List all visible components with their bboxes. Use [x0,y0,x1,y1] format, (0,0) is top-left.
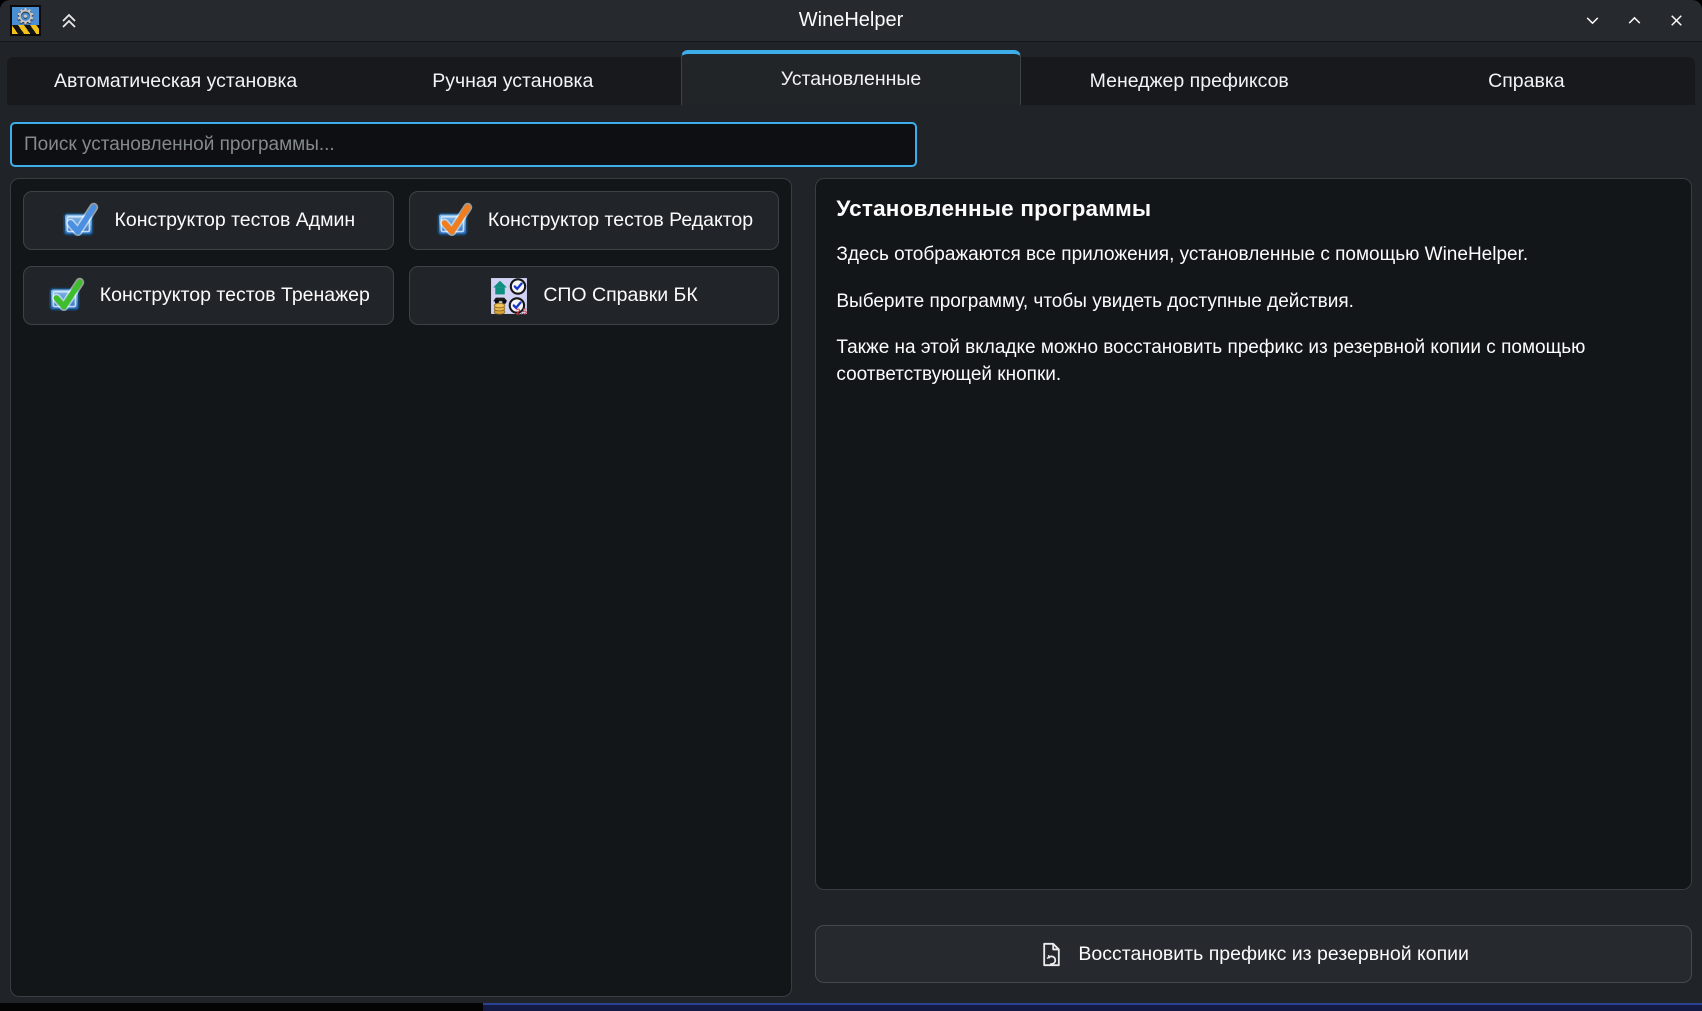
program-label: СПО Справки БК [543,284,697,307]
installed-programs-panel: Конструктор тестов Админ Конструктор тес… [10,178,792,997]
program-button-konstruktor-trenazher[interactable]: Конструктор тестов Тренажер [23,266,394,325]
program-label: Конструктор тестов Админ [114,209,355,232]
program-button-spo-spravki-bk[interactable]: 2.5 СПО Справки БК [409,266,780,325]
search-input[interactable] [10,122,917,167]
app-gear-hazard-icon: ⚙ [10,5,41,36]
taskbar-navy-segment [483,1003,1702,1011]
close-icon[interactable] [1660,6,1692,36]
info-paragraph: Здесь отображаются все приложения, устан… [836,242,1671,269]
restore-button-label: Восстановить префикс из резервной копии [1078,943,1469,966]
info-paragraph: Также на этой вкладке можно восстановить… [836,335,1671,388]
checkbox-orange-check-icon [435,202,473,240]
content-area: Конструктор тестов Админ Конструктор тес… [0,105,1702,997]
program-label: Конструктор тестов Редактор [488,209,753,232]
checkbox-blue-check-icon [61,202,99,240]
tab-help[interactable]: Справка [1358,57,1695,105]
info-paragraph: Выберите программу, чтобы увидеть доступ… [836,289,1671,316]
program-button-konstruktor-admin[interactable]: Конструктор тестов Админ [23,191,394,250]
shade-double-chevron-up-icon[interactable] [55,7,83,35]
desktop-strip [0,1003,1702,1011]
winehelper-window: ⚙ WineHelper [0,0,1702,1003]
titlebar: ⚙ WineHelper [0,0,1702,42]
restore-prefix-button[interactable]: Восстановить префикс из резервной копии [815,925,1692,983]
document-restore-icon [1038,941,1065,968]
program-label: Конструктор тестов Тренажер [100,284,370,307]
tab-auto-install[interactable]: Автоматическая установка [7,57,344,105]
spo-spravki-bk-icon: 2.5 [490,277,528,315]
installed-info-panel: Установленные программы Здесь отображают… [815,178,1692,890]
tab-bar: Автоматическая установка Ручная установк… [7,50,1695,105]
checkbox-green-check-icon [47,277,85,315]
tab-installed[interactable]: Установленные [681,50,1020,105]
tab-manual-install[interactable]: Ручная установка [344,57,681,105]
window-title: WineHelper [0,9,1702,32]
svg-text:2.5: 2.5 [516,307,528,315]
maximize-chevron-up-icon[interactable] [1618,6,1650,36]
right-column: Установленные программы Здесь отображают… [815,178,1692,997]
program-button-konstruktor-redaktor[interactable]: Конструктор тестов Редактор [409,191,780,250]
minimize-chevron-down-icon[interactable] [1576,6,1608,36]
desktop-black-segment [0,1003,483,1011]
window-controls [1576,6,1692,36]
tab-prefix-manager[interactable]: Менеджер префиксов [1021,57,1358,105]
info-title: Установленные программы [836,196,1671,222]
